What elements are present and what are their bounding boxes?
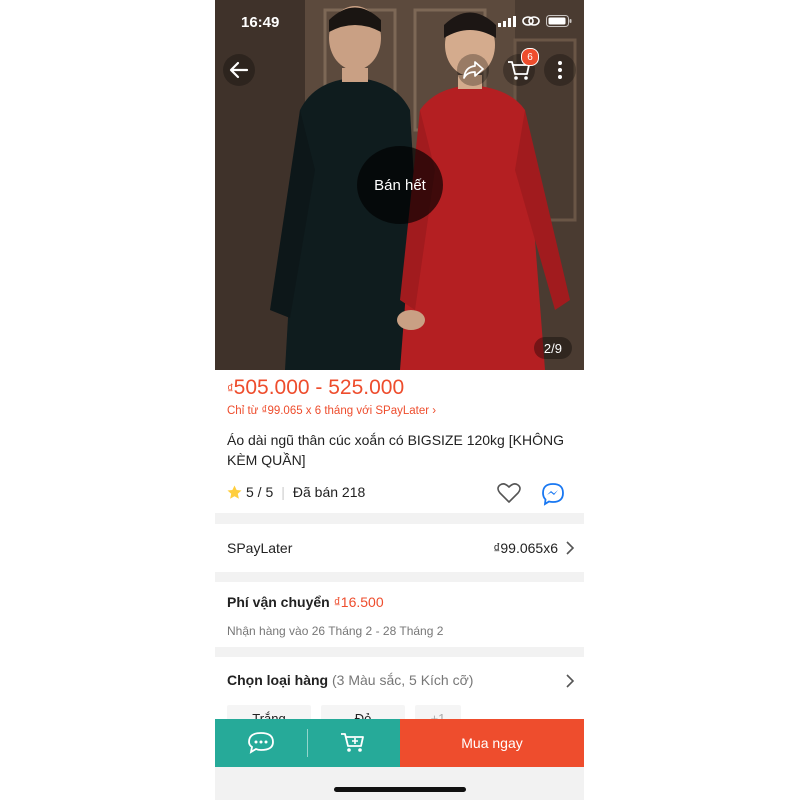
share-icon: [463, 61, 484, 79]
star-icon: [227, 485, 242, 499]
delivery-estimate: Nhận hàng vào 26 Tháng 2 - 28 Tháng 2: [227, 624, 444, 638]
link-icon: [522, 16, 540, 26]
shipping-fee-row: Phí vận chuyển ₫16.500: [227, 594, 384, 610]
add-to-cart-button[interactable]: [308, 719, 400, 767]
share-button[interactable]: [457, 54, 489, 86]
rating-value: 5 / 5: [246, 484, 274, 500]
divider: |: [281, 484, 285, 500]
battery-icon: [546, 15, 572, 27]
product-image-gallery[interactable]: 16:49 6 Bán hết 2/9: [215, 0, 584, 370]
heart-icon: [497, 483, 521, 503]
cellular-signal-icon: [498, 15, 516, 27]
chat-button[interactable]: [215, 719, 307, 767]
phone-screen: 16:49 6 Bán hết 2/9 ₫505.000 - 525.000 C…: [215, 0, 584, 800]
arrow-left-icon: [229, 61, 249, 79]
variant-label: Chọn loại hàng: [227, 672, 329, 688]
price-range: ₫505.000 - 525.000: [227, 376, 404, 400]
cart-button[interactable]: 6: [503, 48, 539, 86]
spaylater-promo-link[interactable]: Chỉ từ ₫99.065 x 6 tháng với SPayLater ›: [227, 405, 436, 417]
rating-row: 5 / 5 | Đã bán 218: [227, 484, 365, 500]
bottom-action-bar: Mua ngay: [215, 719, 584, 767]
shipping-fee: ₫16.500: [333, 594, 384, 610]
more-options-button[interactable]: [544, 54, 576, 86]
sold-count: Đã bán 218: [292, 484, 366, 500]
variant-row: Chọn loại hàng (3 Màu sắc, 5 Kích cỡ): [227, 672, 473, 688]
status-bar: 16:49: [215, 0, 584, 44]
chevron-right-icon: ›: [432, 405, 437, 417]
status-icons: [498, 15, 572, 27]
shipping-label: Phí vận chuyển: [227, 594, 330, 610]
chevron-right-icon: [566, 541, 575, 555]
variant-summary: (3 Màu sắc, 5 Kích cỡ): [332, 672, 474, 688]
spaylater-promo-text: Chỉ từ ₫99.065 x 6 tháng với SPayLater: [227, 405, 430, 417]
home-indicator: [334, 787, 466, 792]
status-time: 16:49: [241, 14, 280, 31]
image-counter: 2/9: [533, 337, 572, 359]
messenger-icon: [542, 483, 564, 506]
chevron-right-icon: [566, 674, 575, 688]
product-title: Áo dài ngũ thân cúc xoắn có BIGSIZE 120k…: [227, 432, 564, 468]
spaylater-label: SPayLater: [227, 540, 293, 556]
sold-out-badge: Bán hết: [357, 146, 443, 224]
back-button[interactable]: [223, 54, 255, 86]
cart-count-badge: 6: [521, 48, 539, 66]
chat-icon: [248, 732, 274, 754]
buy-now-button[interactable]: Mua ngay: [400, 719, 584, 767]
messenger-share-button[interactable]: [541, 482, 565, 511]
currency-symbol: ₫: [227, 381, 234, 396]
price-value: 505.000 - 525.000: [233, 376, 405, 399]
more-vertical-icon: [558, 61, 562, 79]
spaylater-value: ₫99.065x6: [493, 540, 558, 556]
add-to-cart-icon: [341, 733, 364, 752]
bottom-left-actions: [215, 719, 400, 767]
like-button[interactable]: [497, 482, 521, 509]
